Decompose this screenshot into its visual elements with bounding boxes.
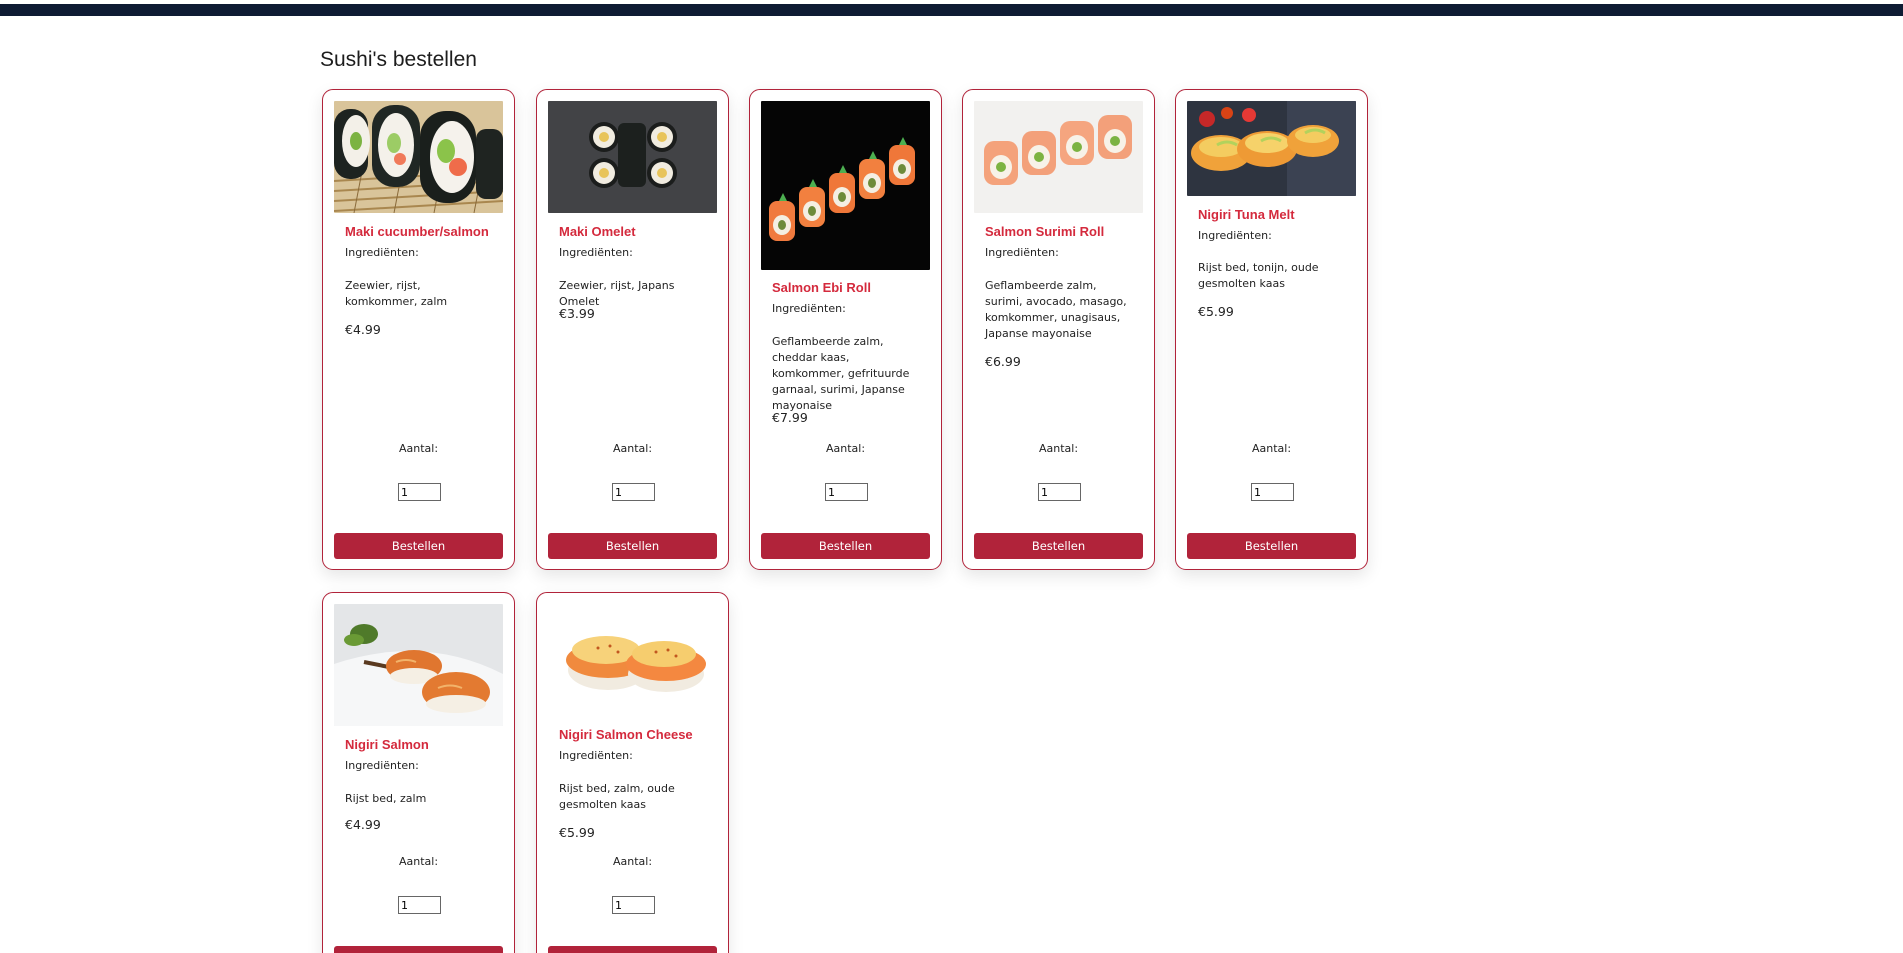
ingredients-label: Ingrediënten:: [345, 246, 419, 259]
top-navigation-bar: [0, 0, 1903, 16]
product-price: €4.99: [345, 322, 381, 337]
product-card: Salmon Ebi Roll Ingrediënten: Geflambeer…: [749, 89, 942, 570]
ingredients-text: Geflambeerde zalm, cheddar kaas, komkomm…: [772, 335, 910, 412]
ingredients-label: Ingrediënten:: [772, 302, 846, 315]
product-name: Nigiri Salmon Cheese: [559, 727, 693, 742]
product-image: [334, 604, 503, 726]
product-card: Nigiri Tuna Melt Ingrediënten: Rijst bed…: [1175, 89, 1368, 570]
product-image: [548, 604, 717, 716]
order-button[interactable]: Bestellen: [761, 533, 930, 559]
quantity-input[interactable]: [398, 483, 441, 501]
quantity-label: Aantal:: [612, 442, 653, 455]
ingredients-label: Ingrediënten:: [1198, 229, 1272, 242]
quantity-input[interactable]: [612, 896, 655, 914]
quantity-input[interactable]: [612, 483, 655, 501]
product-image: [548, 101, 717, 213]
product-price: €5.99: [1198, 304, 1234, 319]
order-button[interactable]: Bestellen: [1187, 533, 1356, 559]
product-name: Nigiri Tuna Melt: [1198, 207, 1295, 222]
product-image: [334, 101, 503, 213]
product-image: [1187, 101, 1356, 196]
ingredients-text: Rijst bed, zalm: [345, 792, 427, 805]
quantity-label: Aantal:: [1038, 442, 1079, 455]
order-button[interactable]: Bestellen: [548, 533, 717, 559]
product-card: Nigiri Salmon Cheese Ingrediënten: Rijst…: [536, 592, 729, 953]
product-name: Maki cucumber/salmon: [345, 224, 489, 239]
product-price: €3.99: [559, 306, 595, 321]
order-button[interactable]: Bestellen: [334, 533, 503, 559]
ingredients-label: Ingrediënten:: [559, 246, 633, 259]
ingredients-label: Ingrediënten:: [345, 759, 419, 772]
product-card: Salmon Surimi Roll Ingrediënten: Geflamb…: [962, 89, 1155, 570]
ingredients-text: Rijst bed, zalm, oude gesmolten kaas: [559, 782, 675, 811]
quantity-input[interactable]: [398, 896, 441, 914]
ingredients-text: Rijst bed, tonijn, oude gesmolten kaas: [1198, 261, 1319, 290]
product-price: €5.99: [559, 825, 595, 840]
ingredients-label: Ingrediënten:: [985, 246, 1059, 259]
product-card: Maki cucumber/salmon Ingrediënten: Zeewi…: [322, 89, 515, 570]
order-button[interactable]: Bestellen: [974, 533, 1143, 559]
product-price: €6.99: [985, 354, 1021, 369]
ingredients-label: Ingrediënten:: [559, 749, 633, 762]
quantity-input[interactable]: [825, 483, 868, 501]
ingredients-text: Zeewier, rijst, komkommer, zalm: [345, 279, 448, 308]
product-name: Maki Omelet: [559, 224, 636, 239]
quantity-label: Aantal:: [1251, 442, 1292, 455]
product-card: Maki Omelet Ingrediënten: Zeewier, rijst…: [536, 89, 729, 570]
ingredients-text: Geflambeerde zalm, surimi, avocado, masa…: [985, 279, 1127, 340]
product-price: €4.99: [345, 817, 381, 832]
quantity-label: Aantal:: [398, 855, 439, 868]
product-price: €7.99: [772, 410, 808, 425]
top-bar-strip: [0, 4, 1903, 16]
order-button[interactable]: Bestellen: [334, 946, 503, 953]
product-card: Nigiri Salmon Ingrediënten: Rijst bed, z…: [322, 592, 515, 953]
product-name: Salmon Surimi Roll: [985, 224, 1105, 239]
quantity-input[interactable]: [1038, 483, 1081, 501]
product-name: Salmon Ebi Roll: [772, 280, 871, 295]
quantity-label: Aantal:: [398, 442, 439, 455]
quantity-label: Aantal:: [612, 855, 653, 868]
quantity-label: Aantal:: [825, 442, 866, 455]
product-name: Nigiri Salmon: [345, 737, 429, 752]
quantity-input[interactable]: [1251, 483, 1294, 501]
product-image: [974, 101, 1143, 213]
product-image: [761, 101, 930, 270]
order-button[interactable]: Bestellen: [548, 946, 717, 953]
page-title: Sushi's bestellen: [320, 48, 477, 71]
